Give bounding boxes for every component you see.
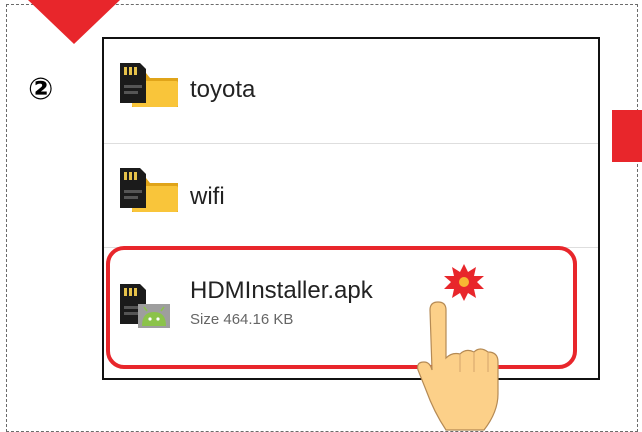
next-step-arrow — [612, 110, 642, 162]
file-label-group: wifi — [190, 182, 225, 212]
sd-folder-icon — [120, 168, 178, 212]
file-name: wifi — [190, 183, 225, 210]
file-label-group: toyota — [190, 75, 255, 105]
file-name: toyota — [190, 76, 256, 103]
step-number-badge: ② — [28, 72, 54, 107]
file-list-item-toyota[interactable]: toyota — [104, 39, 598, 143]
sd-folder-icon — [120, 63, 178, 107]
file-list-item-wifi[interactable]: wifi — [104, 143, 598, 248]
tapping-hand-icon — [417, 264, 499, 431]
